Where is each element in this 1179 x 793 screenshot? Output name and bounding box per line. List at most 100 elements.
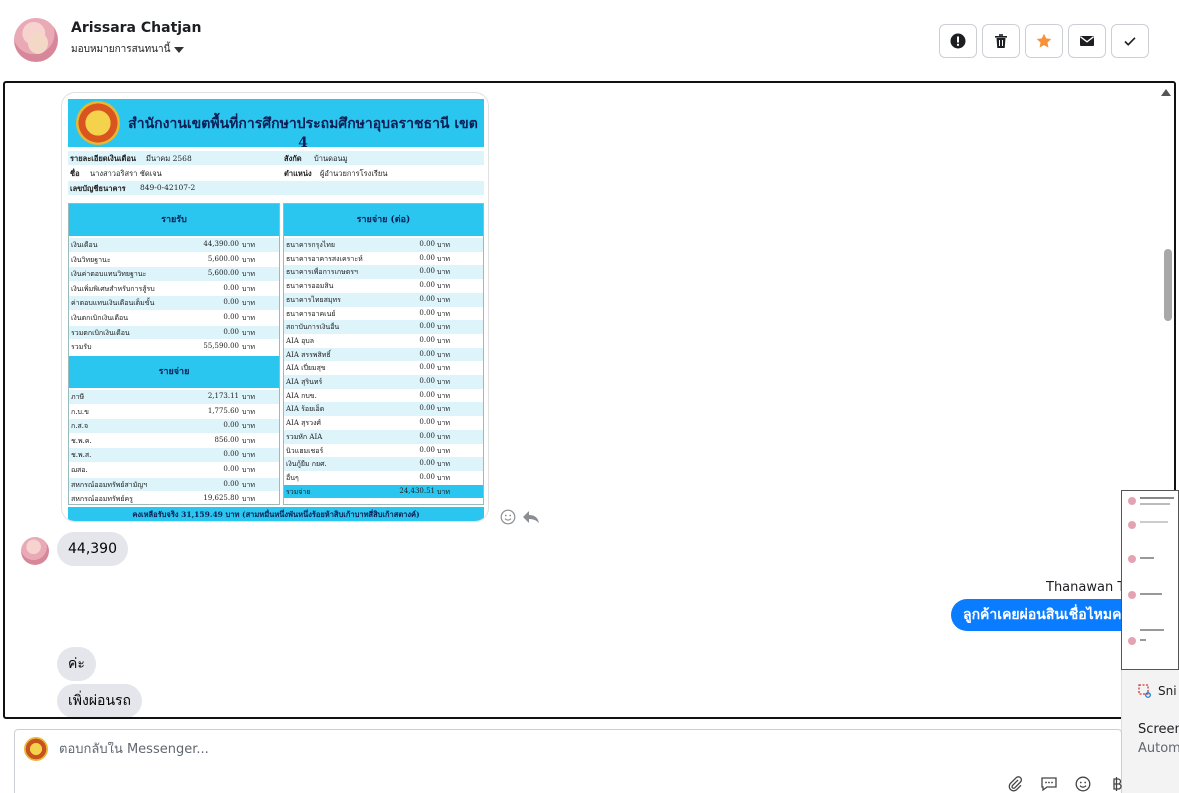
payslip-row: AIA อุบล 0.00 บาท: [284, 334, 483, 348]
assign-conversation-dropdown[interactable]: มอบหมายการสนทนานี้: [71, 42, 185, 57]
account-label: เลขบัญชีธนาคาร: [70, 184, 126, 193]
payslip-row: AIA กบข. 0.00 บาท: [284, 389, 483, 403]
payslip-info-row: รายละเอียดเงินเดือน มีนาคม 2568 สังกัด บ…: [68, 151, 484, 165]
envelope-icon: [1080, 36, 1094, 46]
row-unit: บาท: [437, 254, 450, 263]
payslip-row: ธนาคารอาคเนย์ 0.00 บาท: [284, 307, 483, 321]
row-amount: 0.00: [223, 313, 239, 321]
thumb-avatar: [1128, 555, 1136, 563]
incoming-message[interactable]: ค่ะ: [57, 647, 96, 681]
attachment-icon[interactable]: [1005, 774, 1025, 793]
row-label: AIA สุรวงศ์: [286, 419, 321, 428]
payslip-row: AIA เปี่ยมสุข 0.00 บาท: [284, 361, 483, 375]
outgoing-message[interactable]: ลูกค้าเคยผ่อนสินเชื่อไหมคะ: [951, 599, 1142, 631]
snip-notification[interactable]: Sni Screen Autom: [1121, 670, 1179, 793]
composer-tools: [1005, 774, 1127, 793]
star-button[interactable]: [1025, 24, 1063, 58]
emoji-icon[interactable]: [1073, 774, 1093, 793]
row-amount: 0.00: [223, 298, 239, 307]
row-unit: บาท: [242, 436, 255, 445]
row-label: ค่าตอบแทนเงินเดือนเต็มขั้น: [71, 299, 155, 308]
thumb-avatar: [1128, 497, 1136, 505]
row-amount: 0.00: [419, 308, 435, 317]
thumb-line: [1140, 497, 1174, 499]
position-label: ตำแหน่ง: [284, 169, 312, 178]
mark-spam-button[interactable]: [939, 24, 977, 58]
row-unit: บาท: [242, 480, 255, 489]
row-amount: 24,430.51: [399, 486, 435, 495]
avatar-face: [28, 32, 48, 54]
payslip-row: เงินค่าตอบแทนวิทยฐานะ 5,600.00 บาท: [69, 267, 279, 281]
name-value: นางสาวอริสรา ชัดเจน: [90, 169, 162, 178]
avatar[interactable]: [14, 18, 58, 62]
payment-icon[interactable]: [1107, 774, 1127, 793]
row-unit: บาท: [242, 451, 255, 460]
detail-label: รายละเอียดเงินเดือน: [70, 154, 137, 163]
payslip-row: ธนาคารออมสิน 0.00 บาท: [284, 279, 483, 293]
avatar[interactable]: [21, 537, 49, 565]
row-label: ธนาคารกรุงไทย: [286, 241, 336, 249]
row-amount: 0.00: [419, 294, 435, 303]
row-amount: 0.00: [419, 335, 435, 344]
thumb-avatar: [1128, 637, 1136, 645]
row-label: เงินเพิ่มพิเศษสำหรับการสู้รบ: [71, 284, 155, 293]
row-unit: บาท: [242, 241, 255, 249]
reply-icon[interactable]: [522, 509, 540, 525]
contact-name[interactable]: Arissara Chatjan: [71, 20, 201, 36]
payslip-row: ฌสอ. 0.00 บาท: [69, 463, 279, 477]
smile-react-icon[interactable]: [500, 509, 516, 525]
snip-title: Screen: [1138, 722, 1179, 737]
saved-replies-icon[interactable]: [1039, 774, 1059, 793]
mark-unread-button[interactable]: [1068, 24, 1106, 58]
affiliation-value: บ้านดอนมู: [314, 154, 348, 163]
payslip-row: รวมรับ 55,590.00 บาท: [69, 340, 279, 354]
check-icon: [1124, 37, 1136, 46]
row-amount: 0.00: [419, 253, 435, 262]
expense-header: รายจ่าย: [69, 356, 279, 388]
row-label: ช.พ.ค.: [71, 436, 92, 445]
messenger-inbox: Arissara Chatjan มอบหมายการสนทนานี้ สำนั…: [0, 0, 1179, 793]
row-label: ธนาคารออมสิน: [286, 282, 334, 291]
conversation-thread[interactable]: สำนักงานเขตพื้นที่การศึกษาประถมศึกษาอุบล…: [3, 81, 1176, 719]
row-label: ธนาคารเพื่อการเกษตรฯ: [286, 268, 358, 277]
row-amount: 0.00: [419, 267, 435, 276]
reply-input[interactable]: [59, 742, 959, 757]
payslip-info-row: ชื่อ นางสาวอริสรา ชัดเจน ตำแหน่ง ผู้อำนว…: [68, 166, 484, 180]
screenshot-thumbnail[interactable]: [1121, 490, 1179, 670]
payslip-row: AIA ร้อยเอ็ด 0.00 บาท: [284, 402, 483, 417]
row-unit: บาท: [437, 405, 450, 414]
incoming-message[interactable]: เพิ่งผ่อนรถ: [57, 684, 143, 717]
payslip-banner: สำนักงานเขตพื้นที่การศึกษาประถมศึกษาอุบล…: [68, 99, 484, 151]
scroll-thumb[interactable]: [1164, 249, 1172, 321]
row-unit: บาท: [242, 422, 255, 431]
payslip-image[interactable]: สำนักงานเขตพื้นที่การศึกษาประถมศึกษาอุบล…: [61, 92, 489, 522]
row-label: AIA ร้อยเอ็ด: [286, 405, 325, 414]
row-amount: 0.00: [419, 322, 435, 331]
row-label: รวมรับ: [71, 343, 92, 352]
payslip-row: รวมจ่าย 24,430.51 บาท: [284, 484, 483, 499]
caret-down-icon: [174, 46, 185, 53]
reply-composer: [14, 729, 1122, 793]
row-amount: 0.00: [419, 431, 435, 440]
row-amount: 0.00: [223, 421, 239, 430]
payslip-row: ธนาคารเพื่อการเกษตรฯ 0.00 บาท: [284, 265, 483, 280]
row-unit: บาท: [437, 350, 450, 359]
row-unit: บาท: [242, 270, 255, 279]
row-label: ธนาคารอาคเนย์: [286, 309, 336, 318]
scroll-up-arrow-icon[interactable]: [1161, 89, 1171, 96]
row-unit: บาท: [437, 268, 450, 277]
row-label: ก.ส.จ: [71, 422, 89, 431]
trash-icon: [995, 34, 1007, 48]
delete-button[interactable]: [982, 24, 1020, 58]
row-label: อื่นๆ: [286, 473, 299, 482]
mark-done-button[interactable]: [1111, 24, 1149, 58]
row-unit: บาท: [437, 282, 450, 291]
row-label: เงินตกเบิกเงินเดือน: [71, 314, 128, 322]
row-unit: บาท: [242, 299, 255, 308]
row-unit: บาท: [437, 378, 450, 386]
row-label: ก.บ.ข: [71, 407, 89, 416]
payslip-row: เงินตกเบิกเงินเดือน 0.00 บาท: [69, 311, 279, 325]
incoming-message[interactable]: 44,390: [57, 532, 128, 566]
net-pay-footer: คงเหลือรับจริง 31,159.49 บาท (สามหมื่นหน…: [68, 507, 484, 521]
row-unit: บาท: [437, 432, 450, 441]
